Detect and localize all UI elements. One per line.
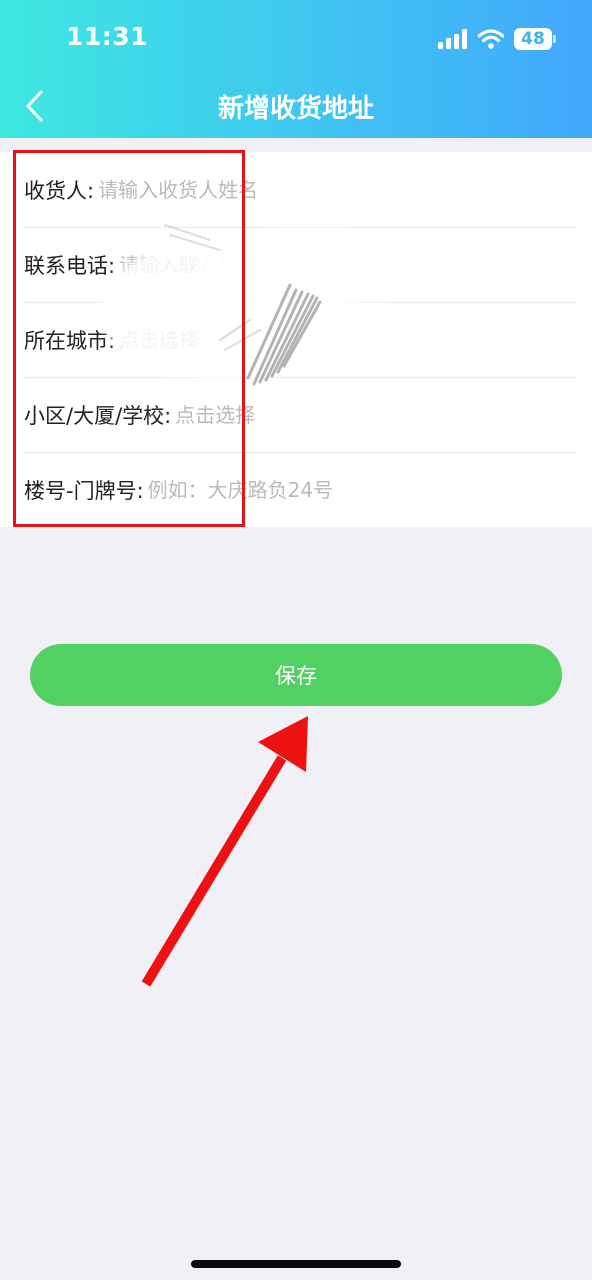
battery-level: 48 xyxy=(521,29,545,49)
consignee-input[interactable] xyxy=(94,177,592,202)
house-number-label: 楼号-门牌号: xyxy=(24,478,144,503)
battery-icon: 48 xyxy=(514,28,556,50)
city-label: 所在城市: xyxy=(24,328,116,353)
status-time: 11:31 xyxy=(66,22,149,51)
form-row-community[interactable]: 小区/大厦/学校: xyxy=(0,377,592,452)
signal-icon xyxy=(438,29,467,49)
status-icons: 48 xyxy=(438,26,556,52)
form-row-city[interactable]: 所在城市: xyxy=(0,302,592,377)
address-form: 收货人: 联系电话: 所在城市: 小区/大厦/学校: 楼号-门牌号: xyxy=(0,152,592,527)
form-row-consignee: 收货人: xyxy=(0,152,592,227)
page-title: 新增收货地址 xyxy=(217,94,374,124)
save-button[interactable]: 保存 xyxy=(30,644,562,706)
community-select[interactable] xyxy=(171,402,592,427)
app-header: 11:31 48 新增收货地址 xyxy=(0,0,592,138)
wifi-icon xyxy=(478,29,504,49)
phone-label: 联系电话: xyxy=(24,253,116,278)
form-row-house-number: 楼号-门牌号: xyxy=(0,452,592,527)
community-label: 小区/大厦/学校: xyxy=(24,403,172,428)
phone-input[interactable] xyxy=(115,252,592,277)
consignee-label: 收货人: xyxy=(24,178,95,203)
home-indicator xyxy=(191,1260,401,1268)
form-row-phone: 联系电话: xyxy=(0,227,592,302)
city-select[interactable] xyxy=(115,327,592,352)
house-number-input[interactable] xyxy=(143,477,592,502)
